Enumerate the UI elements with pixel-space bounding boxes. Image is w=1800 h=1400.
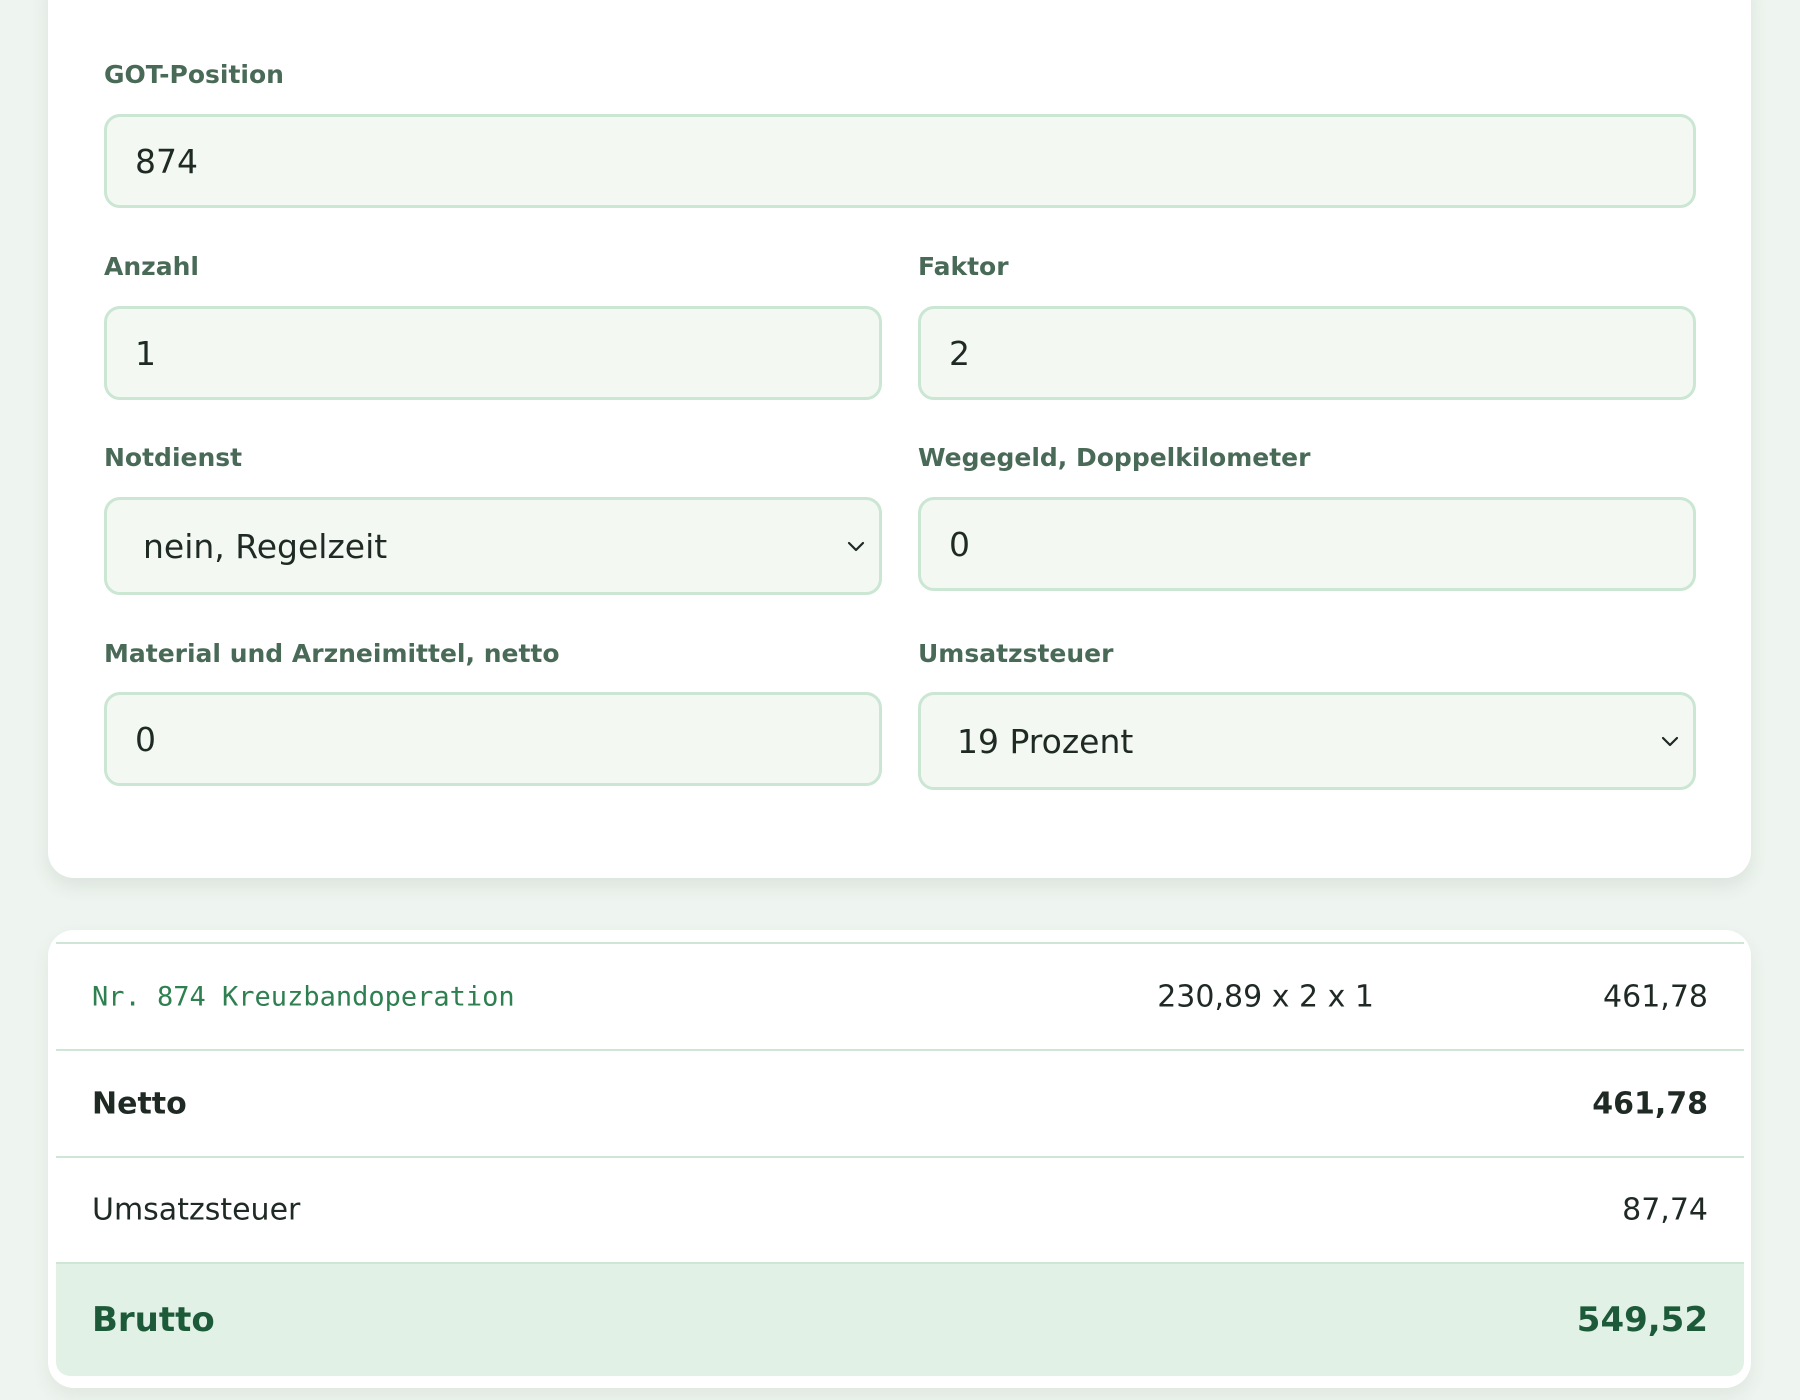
chevron-down-icon <box>1661 736 1679 747</box>
calculator-form-card: GOT-Position 874 Anzahl 1 Faktor 2 Notdi… <box>48 0 1751 878</box>
position-description: Nr. 874 Kreuzbandoperation <box>92 981 515 1012</box>
table-row: Nr. 874 Kreuzbandoperation 230,89 x 2 x … <box>56 942 1744 1049</box>
faktor-label: Faktor <box>918 252 1009 281</box>
material-label: Material und Arzneimittel, netto <box>104 639 560 668</box>
umsatzsteuer-select[interactable]: 19 Prozent <box>918 692 1696 790</box>
brutto-label: Brutto <box>92 1300 215 1340</box>
chevron-down-icon <box>847 541 865 552</box>
notdienst-label: Notdienst <box>104 443 243 472</box>
brutto-row: Brutto 549,52 <box>56 1262 1744 1376</box>
netto-label: Netto <box>92 1086 187 1121</box>
wegegeld-input[interactable]: 0 <box>918 497 1696 591</box>
umsatzsteuer-selected-value: 19 Prozent <box>957 721 1134 761</box>
anzahl-label: Anzahl <box>104 252 199 281</box>
material-input[interactable]: 0 <box>104 692 882 786</box>
netto-value: 461,78 <box>1592 1086 1708 1121</box>
wegegeld-label: Wegegeld, Doppelkilometer <box>918 443 1311 472</box>
netto-row: Netto 461,78 <box>56 1049 1744 1156</box>
notdienst-selected-value: nein, Regelzeit <box>143 526 388 566</box>
umsatzsteuer-label: Umsatzsteuer <box>918 639 1114 668</box>
got-position-label: GOT-Position <box>104 60 284 89</box>
position-amount: 461,78 <box>1603 979 1708 1014</box>
got-position-input[interactable]: 874 <box>104 114 1696 208</box>
umsatzsteuer-row-value: 87,74 <box>1622 1192 1708 1228</box>
position-calculation: 230,89 x 2 x 1 <box>1157 979 1374 1014</box>
faktor-input[interactable]: 2 <box>918 306 1696 400</box>
anzahl-input[interactable]: 1 <box>104 306 882 400</box>
results-table: Nr. 874 Kreuzbandoperation 230,89 x 2 x … <box>48 930 1751 1388</box>
umsatzsteuer-row: Umsatzsteuer 87,74 <box>56 1156 1744 1262</box>
brutto-value: 549,52 <box>1576 1300 1708 1340</box>
notdienst-select[interactable]: nein, Regelzeit <box>104 497 882 595</box>
umsatzsteuer-row-label: Umsatzsteuer <box>92 1192 301 1228</box>
